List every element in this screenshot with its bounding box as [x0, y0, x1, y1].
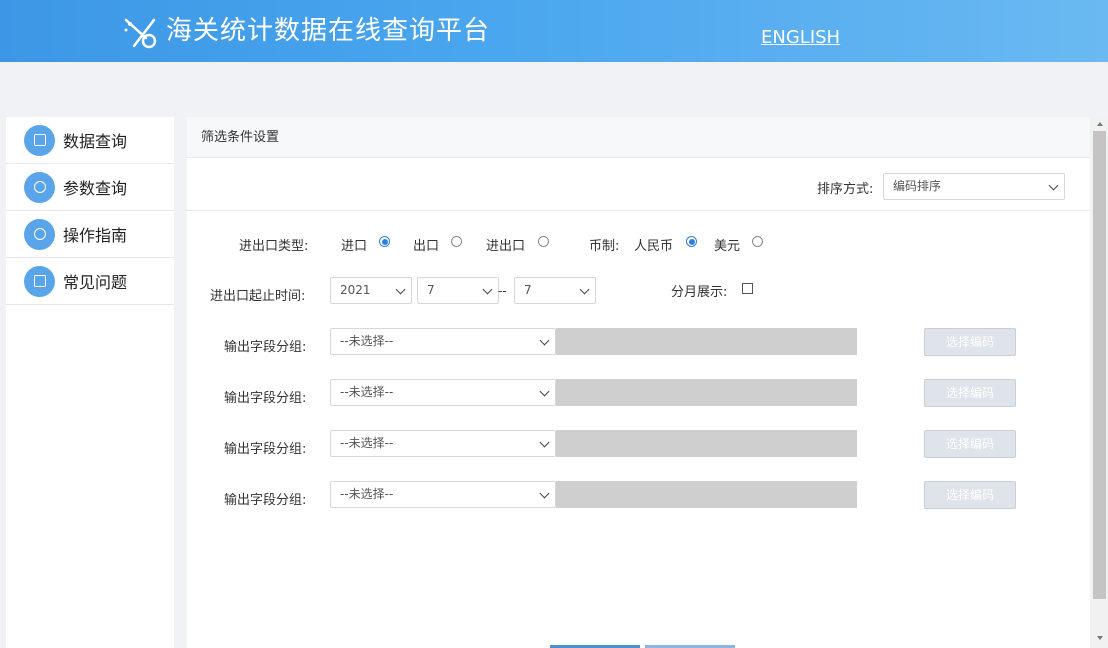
monthly-label: 分月展示: — [671, 285, 728, 300]
sort-label: 排序方式: — [817, 182, 874, 197]
output-group-select[interactable]: --未选择-- — [330, 481, 556, 508]
month-from-select[interactable]: 7 — [417, 277, 499, 304]
code-display-field — [556, 328, 857, 355]
output-group-select-value: --未选择-- — [340, 436, 394, 450]
trade-type-label: 进出口类型: — [239, 239, 309, 254]
sort-select-value: 编码排序 — [893, 179, 942, 193]
chevron-down-icon — [539, 488, 550, 499]
magnifier-icon — [24, 171, 55, 203]
radio-rmb[interactable] — [686, 236, 697, 247]
sidebar-item-guide[interactable]: 操作指南 — [6, 211, 174, 258]
monthly-checkbox[interactable] — [742, 283, 753, 294]
period-separator: -- — [498, 284, 507, 298]
document-search-icon — [24, 124, 55, 156]
code-display-field — [556, 481, 857, 508]
select-code-button[interactable]: 选择编码 — [924, 328, 1016, 356]
scroll-down-icon[interactable] — [1097, 636, 1103, 640]
year-select-value: 2021 — [340, 283, 371, 297]
scrollbar-thumb[interactable] — [1093, 131, 1106, 599]
radio-both-label: 进出口 — [486, 239, 526, 254]
month-to-value: 7 — [524, 283, 532, 297]
sort-row: 排序方式: 编码排序 — [187, 158, 1090, 211]
radio-export-label: 出口 — [413, 239, 440, 254]
chevron-down-icon — [1048, 180, 1059, 191]
currency-label: 币制: — [589, 239, 620, 254]
year-select[interactable]: 2021 — [330, 277, 412, 304]
output-group-label: 输出字段分组: — [224, 442, 307, 457]
radio-import-label: 进口 — [341, 239, 368, 254]
code-display-field — [556, 379, 857, 406]
output-group-select-value: --未选择-- — [340, 487, 394, 501]
output-group-label: 输出字段分组: — [224, 340, 307, 355]
radio-both[interactable] — [538, 236, 549, 247]
sort-select[interactable]: 编码排序 — [883, 173, 1065, 200]
sidebar-item-faq[interactable]: 常见问题 — [6, 258, 174, 305]
sidebar-item-label: 参数查询 — [63, 179, 128, 198]
output-group-select[interactable]: --未选择-- — [330, 379, 556, 406]
radio-usd[interactable] — [752, 236, 763, 247]
sidebar-item-label: 数据查询 — [63, 132, 128, 151]
code-display-field — [556, 430, 857, 457]
sidebar-item-param-query[interactable]: 参数查询 — [6, 164, 174, 211]
month-to-select[interactable]: 7 — [514, 277, 596, 304]
radio-rmb-label: 人民币 — [634, 239, 674, 254]
sidebar-item-label: 常见问题 — [63, 273, 128, 292]
output-group-select-value: --未选择-- — [340, 334, 394, 348]
sidebar: 数据查询 参数查询 操作指南 常见问题 — [6, 117, 174, 648]
sidebar-item-label: 操作指南 — [63, 226, 128, 245]
month-from-value: 7 — [427, 283, 435, 297]
output-group-select[interactable]: --未选择-- — [330, 430, 556, 457]
chevron-down-icon — [539, 335, 550, 346]
table-icon — [24, 265, 55, 297]
chevron-down-icon — [579, 284, 590, 295]
site-title: 海关统计数据在线查询平台 — [166, 16, 491, 46]
chevron-down-icon — [539, 386, 550, 397]
top-header: 海关统计数据在线查询平台 ENGLISH — [0, 0, 1108, 62]
output-group-label: 输出字段分组: — [224, 391, 307, 406]
chevron-down-icon — [482, 284, 493, 295]
output-group-select-value: --未选择-- — [340, 385, 394, 399]
select-code-button[interactable]: 选择编码 — [924, 430, 1016, 458]
select-code-button[interactable]: 选择编码 — [924, 379, 1016, 407]
radio-import[interactable] — [379, 236, 390, 247]
filter-panel: 筛选条件设置 排序方式: 编码排序 进出口类型: 进口 出口 进出口 币制: 人… — [187, 117, 1090, 648]
chevron-down-icon — [539, 437, 550, 448]
hand-icon — [24, 218, 55, 250]
period-label: 进出口起止时间: — [210, 289, 306, 304]
logo-icon — [124, 18, 157, 49]
output-group-select[interactable]: --未选择-- — [330, 328, 556, 355]
chevron-down-icon — [395, 284, 406, 295]
scroll-up-icon[interactable] — [1097, 122, 1103, 126]
radio-export[interactable] — [451, 236, 462, 247]
sidebar-item-data-query[interactable]: 数据查询 — [6, 117, 174, 164]
radio-usd-label: 美元 — [714, 239, 741, 254]
english-link[interactable]: ENGLISH — [761, 27, 840, 49]
panel-title: 筛选条件设置 — [187, 117, 1090, 158]
select-code-button[interactable]: 选择编码 — [924, 481, 1016, 509]
output-group-label: 输出字段分组: — [224, 493, 307, 508]
